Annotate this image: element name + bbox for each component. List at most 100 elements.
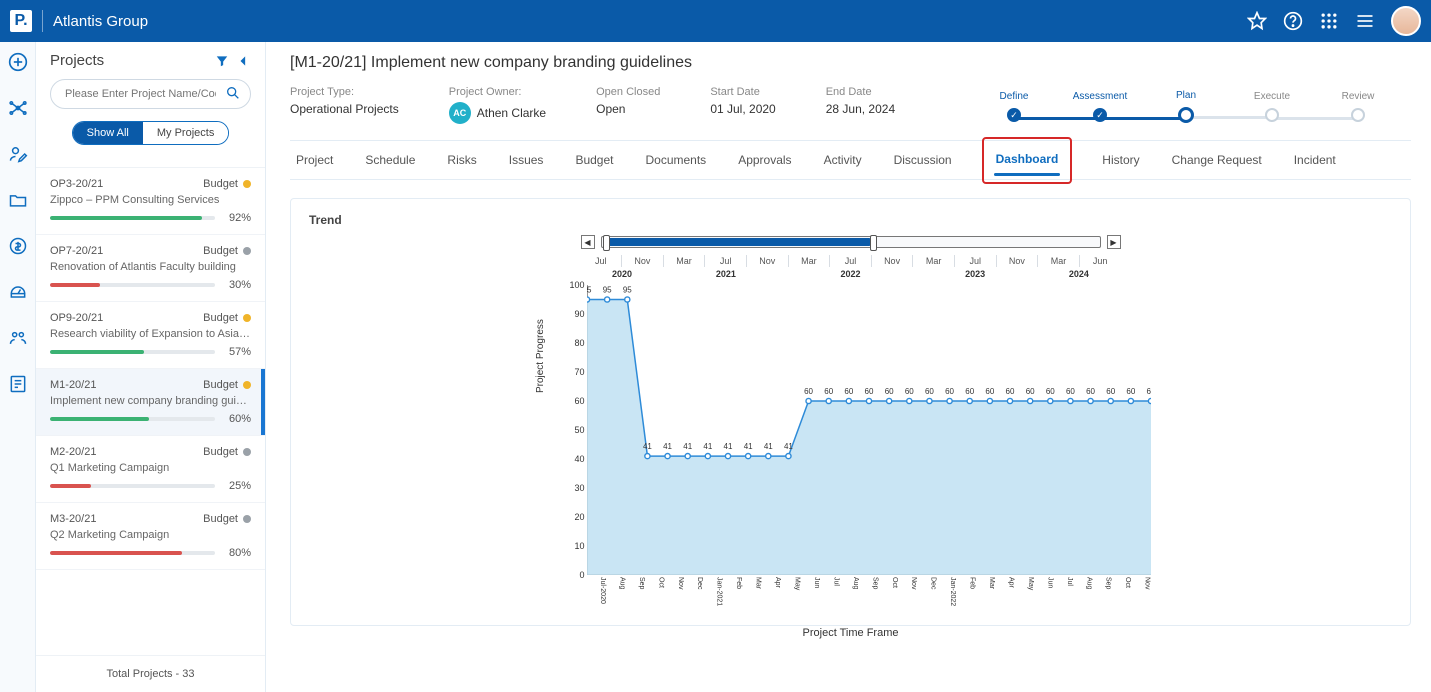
owner-avatar-chip[interactable]: AC (449, 102, 471, 124)
tab-activity[interactable]: Activity (822, 147, 864, 173)
add-icon[interactable] (8, 52, 28, 72)
tab-change-request[interactable]: Change Request (1170, 147, 1264, 173)
svg-text:60: 60 (1146, 387, 1150, 396)
project-item[interactable]: OP9-20/21 Budget Research viability of E… (36, 302, 265, 369)
team-icon[interactable] (8, 328, 28, 348)
divider (42, 10, 43, 32)
x-tick: Apr (995, 575, 1014, 615)
stage-dot (1351, 108, 1365, 122)
svg-text:60: 60 (804, 387, 813, 396)
y-tick: 60 (574, 396, 584, 406)
meta-owner-label: Project Owner: (449, 86, 546, 98)
budget-label: Budget (203, 245, 238, 257)
scrub-prev-button[interactable]: ◀ (581, 235, 595, 249)
project-code: OP7-20/21 (50, 245, 103, 257)
meta-row: Project Type: Operational Projects Proje… (290, 80, 1411, 134)
y-tick: 50 (574, 425, 584, 435)
tab-highlight: Dashboard (982, 137, 1073, 184)
svg-text:60: 60 (1065, 387, 1074, 396)
x-tick: Mar (976, 575, 995, 615)
stage-review[interactable]: Review (1315, 91, 1401, 122)
stage-execute[interactable]: Execute (1229, 91, 1315, 122)
search-icon[interactable] (225, 85, 241, 101)
toggle-show-all[interactable]: Show All (73, 122, 143, 144)
project-item[interactable]: M2-20/21 Budget Q1 Marketing Campaign 25… (36, 436, 265, 503)
progress-pct: 57% (223, 346, 251, 358)
y-tick: 30 (574, 483, 584, 493)
filter-icon[interactable] (215, 54, 229, 68)
tab-approvals[interactable]: Approvals (736, 147, 793, 173)
svg-text:41: 41 (663, 442, 672, 451)
star-icon[interactable] (1247, 11, 1267, 31)
project-code: OP3-20/21 (50, 178, 103, 190)
stage-assessment[interactable]: Assessment ✓ (1057, 91, 1143, 122)
avatar[interactable] (1391, 6, 1421, 36)
svg-text:41: 41 (783, 442, 792, 451)
tab-project[interactable]: Project (294, 147, 335, 173)
tab-incident[interactable]: Incident (1292, 147, 1338, 173)
tab-issues[interactable]: Issues (507, 147, 546, 173)
svg-text:60: 60 (824, 387, 833, 396)
tab-documents[interactable]: Documents (643, 147, 708, 173)
svg-text:60: 60 (985, 387, 994, 396)
project-item[interactable]: M1-20/21 Budget Implement new company br… (36, 369, 265, 436)
user-edit-icon[interactable] (8, 144, 28, 164)
collapse-icon[interactable] (237, 54, 251, 68)
progress-bar (50, 484, 215, 488)
x-tick: Jul (820, 575, 839, 615)
tab-risks[interactable]: Risks (445, 147, 478, 173)
scrub-next-button[interactable]: ▶ (1107, 235, 1121, 249)
search-input[interactable] (50, 79, 251, 109)
y-tick: 40 (574, 454, 584, 464)
timeline-scrubber[interactable]: ◀ ▶ (581, 235, 1121, 249)
scrub-handle-start[interactable] (603, 235, 610, 251)
help-icon[interactable] (1283, 11, 1303, 31)
apps-grid-icon[interactable] (1319, 11, 1339, 31)
sidebar-footer: Total Projects - 33 (36, 655, 265, 692)
tab-budget[interactable]: Budget (573, 147, 615, 173)
x-tick: May (781, 575, 800, 615)
stage-label: Assessment (1073, 91, 1127, 102)
menu-icon[interactable] (1355, 11, 1375, 31)
stage-plan[interactable]: Plan (1143, 90, 1229, 123)
toggle-my-projects[interactable]: My Projects (143, 122, 228, 144)
report-icon[interactable] (8, 374, 28, 394)
chart-x-labels: Jul-2020AugSepOctNovDecJan-2021FebMarApr… (587, 575, 1151, 615)
brand-logo[interactable]: P. (10, 10, 32, 32)
project-item[interactable]: OP3-20/21 Budget Zippco – PPM Consulting… (36, 168, 265, 235)
tab-dashboard[interactable]: Dashboard (994, 146, 1061, 172)
network-icon[interactable] (8, 98, 28, 118)
scrub-handle-end[interactable] (870, 235, 877, 251)
project-item[interactable]: OP7-20/21 Budget Renovation of Atlantis … (36, 235, 265, 302)
project-item[interactable]: M3-20/21 Budget Q2 Marketing Campaign 80… (36, 503, 265, 570)
project-code: M3-20/21 (50, 513, 96, 525)
stage-define[interactable]: Define ✓ (971, 91, 1057, 122)
scrub-fill (603, 238, 872, 246)
project-list[interactable]: OP3-20/21 Budget Zippco – PPM Consulting… (36, 167, 265, 655)
tab-schedule[interactable]: Schedule (363, 147, 417, 173)
tab-history[interactable]: History (1100, 147, 1141, 173)
timeline-month: Nov (871, 255, 913, 267)
tab-discussion[interactable]: Discussion (892, 147, 954, 173)
timeline-year: 2022 (788, 269, 913, 279)
svg-text:60: 60 (864, 387, 873, 396)
scrub-track[interactable] (601, 236, 1101, 248)
project-scope-toggle[interactable]: Show All My Projects (72, 121, 230, 145)
folder-icon[interactable] (8, 190, 28, 210)
dashboard-icon[interactable] (8, 282, 28, 302)
x-tick: Aug (839, 575, 858, 615)
timeline-month: Mar (912, 255, 954, 267)
globe-dollar-icon[interactable] (8, 236, 28, 256)
y-tick: 0 (579, 570, 584, 580)
svg-text:60: 60 (965, 387, 974, 396)
meta-type-value: Operational Projects (290, 102, 399, 116)
svg-text:60: 60 (1106, 387, 1115, 396)
svg-text:60: 60 (1126, 387, 1135, 396)
x-tick: Oct (645, 575, 664, 615)
svg-text:41: 41 (703, 442, 712, 451)
progress-pct: 80% (223, 547, 251, 559)
svg-text:41: 41 (642, 442, 651, 451)
meta-end-value: 28 Jun, 2024 (826, 102, 895, 116)
status-dot (243, 448, 251, 456)
chart-y-axis: Project Progress 0102030405060708090100 (551, 285, 587, 575)
